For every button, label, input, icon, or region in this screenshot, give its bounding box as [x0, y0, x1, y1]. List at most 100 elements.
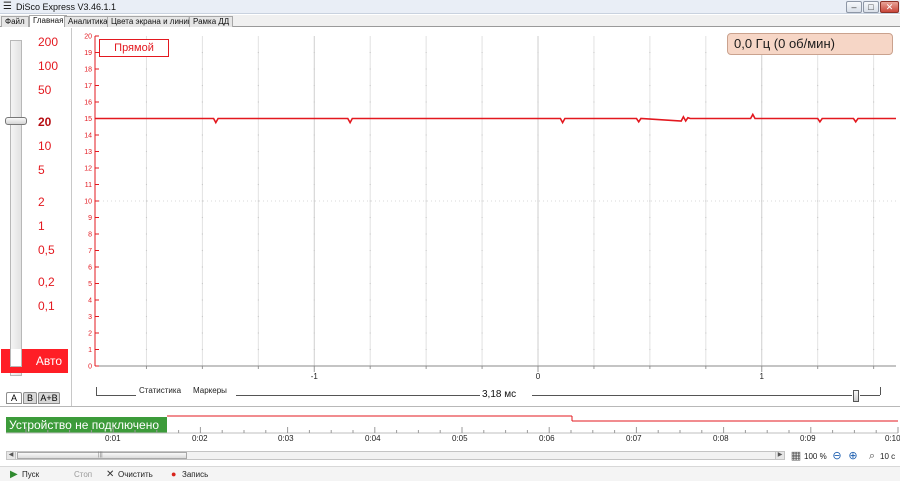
- grid-dot: [873, 68, 875, 70]
- tab-channel-ab[interactable]: A+B: [38, 392, 60, 404]
- scrollbar-thumb[interactable]: |||: [17, 452, 187, 459]
- grid-dot: [481, 216, 483, 219]
- statistics-label[interactable]: Статистика: [136, 386, 185, 396]
- record-button[interactable]: Запись: [182, 468, 208, 481]
- grid-dot: [145, 216, 148, 219]
- grid-dot: [201, 150, 203, 153]
- scale-200[interactable]: 200: [38, 36, 58, 49]
- grid-dot: [201, 315, 203, 318]
- markers-label[interactable]: Маркеры: [190, 386, 230, 396]
- grid-dot: [593, 51, 595, 54]
- y-tick-label: 12: [84, 166, 92, 173]
- scale-100[interactable]: 100: [38, 60, 58, 73]
- grid-dot: [817, 216, 819, 219]
- scale-5[interactable]: 5: [38, 164, 45, 177]
- oscilloscope-plot[interactable]: 0 1 2 3 4 5 6 7 8 9 10 11 12 13 14 15 16 17 18 19 20 -1 0 1: [78, 28, 898, 381]
- grid-dot: [369, 68, 371, 70]
- grid-dot: [761, 266, 763, 268]
- grid-dot: [425, 68, 427, 70]
- tab-channel-a[interactable]: A: [6, 392, 22, 404]
- start-button[interactable]: Пуск: [22, 468, 39, 481]
- stats-line-end: [860, 395, 880, 396]
- tab-analytics[interactable]: Аналитика: [64, 16, 112, 27]
- grid-dot: [705, 167, 707, 169]
- timeline-scrollbar[interactable]: ◀ ||| ▶: [6, 451, 785, 460]
- play-icon[interactable]: ▶: [10, 468, 18, 481]
- grid-dot: [481, 150, 483, 153]
- grid-dot: [369, 233, 371, 235]
- scale-panel: 200 100 50 20 10 5 2 1 0,5 0,2 0,1 Авто …: [0, 28, 72, 406]
- grid-dot: [537, 200, 539, 202]
- close-button[interactable]: ✕: [880, 1, 899, 13]
- minimize-button[interactable]: –: [846, 1, 862, 13]
- scale-1[interactable]: 1: [38, 220, 45, 233]
- grid-dot: [313, 233, 315, 235]
- grid-dot: [593, 84, 595, 87]
- grid-dot: [537, 233, 539, 235]
- scale-0-2[interactable]: 0,2: [38, 276, 55, 289]
- fit-page-icon[interactable]: ▦: [790, 450, 802, 462]
- zoom-out-icon[interactable]: ⊖: [831, 450, 843, 462]
- grid-dot: [593, 233, 595, 235]
- y-tick-label: 17: [84, 83, 92, 90]
- grid-dot: [705, 299, 707, 301]
- grid-dot: [369, 183, 371, 186]
- scroll-right-icon[interactable]: ▶: [775, 452, 784, 459]
- scale-slider-thumb[interactable]: [5, 117, 27, 125]
- tab-channel-b[interactable]: B: [23, 392, 37, 404]
- auto-slider-notch: [10, 349, 22, 367]
- scale-20[interactable]: 20: [38, 116, 51, 129]
- scroll-left-icon[interactable]: ◀: [7, 452, 16, 459]
- tab-home[interactable]: Главная: [29, 15, 68, 27]
- grid-dot: [873, 134, 875, 136]
- grid-dot: [313, 348, 315, 351]
- maximize-button[interactable]: □: [863, 1, 879, 13]
- grid-dot: [313, 134, 315, 136]
- app-menu-icon[interactable]: ☰: [3, 2, 12, 12]
- scale-slider-track[interactable]: [10, 40, 22, 376]
- grid-dot: [369, 282, 371, 285]
- grid-dot: [145, 249, 148, 252]
- grid-dot: [313, 84, 315, 87]
- grid-dot: [705, 150, 707, 153]
- grid-dot: [761, 348, 763, 351]
- mode-button[interactable]: Прямой: [99, 39, 169, 57]
- scale-0-1[interactable]: 0,1: [38, 300, 55, 313]
- zoom-window-icon[interactable]: ⌕: [866, 450, 878, 462]
- grid-dot: [817, 183, 819, 186]
- grid-dot: [537, 332, 539, 334]
- scale-0-5[interactable]: 0,5: [38, 244, 55, 257]
- grid-dot: [257, 249, 259, 252]
- grid-dot: [201, 233, 203, 235]
- plot-canvas[interactable]: 01234567891011121314151617181920-1 0 1: [78, 28, 898, 382]
- scale-10[interactable]: 10: [38, 140, 51, 153]
- clear-icon[interactable]: ✕: [106, 468, 114, 481]
- grid-dot: [369, 167, 371, 169]
- tab-colors[interactable]: Цвета экрана и линий: [107, 16, 197, 27]
- time-zoom-slider[interactable]: [853, 390, 859, 402]
- timeline-canvas[interactable]: [0, 410, 900, 440]
- grid-dot: [705, 233, 707, 235]
- grid-dot: [817, 200, 819, 202]
- scale-2[interactable]: 2: [38, 196, 45, 209]
- y-tick-label: 20: [84, 34, 92, 41]
- clear-button[interactable]: Очистить: [118, 468, 153, 481]
- zoom-in-icon[interactable]: ⊕: [847, 450, 859, 462]
- grid-dot: [257, 84, 259, 87]
- time-per-division: 3,18 мс: [480, 389, 519, 401]
- grid-dot: [257, 315, 259, 318]
- timeline-tick-label: 0:04: [365, 434, 381, 443]
- grid-dot: [705, 200, 707, 202]
- grid-dot: [537, 150, 539, 153]
- y-tick-label: 6: [88, 265, 92, 272]
- grid-dot: [145, 299, 148, 301]
- timeline-tick-label: 0:09: [800, 434, 816, 443]
- grid-dot: [369, 200, 371, 202]
- scale-50[interactable]: 50: [38, 84, 51, 97]
- grid-dot: [369, 101, 371, 103]
- grid-dot: [313, 51, 315, 54]
- tab-file[interactable]: Файл: [1, 16, 29, 27]
- tab-frame[interactable]: Рамка ДД: [189, 16, 234, 27]
- record-icon[interactable]: ●: [171, 468, 176, 481]
- stop-button[interactable]: Стоп: [74, 468, 92, 481]
